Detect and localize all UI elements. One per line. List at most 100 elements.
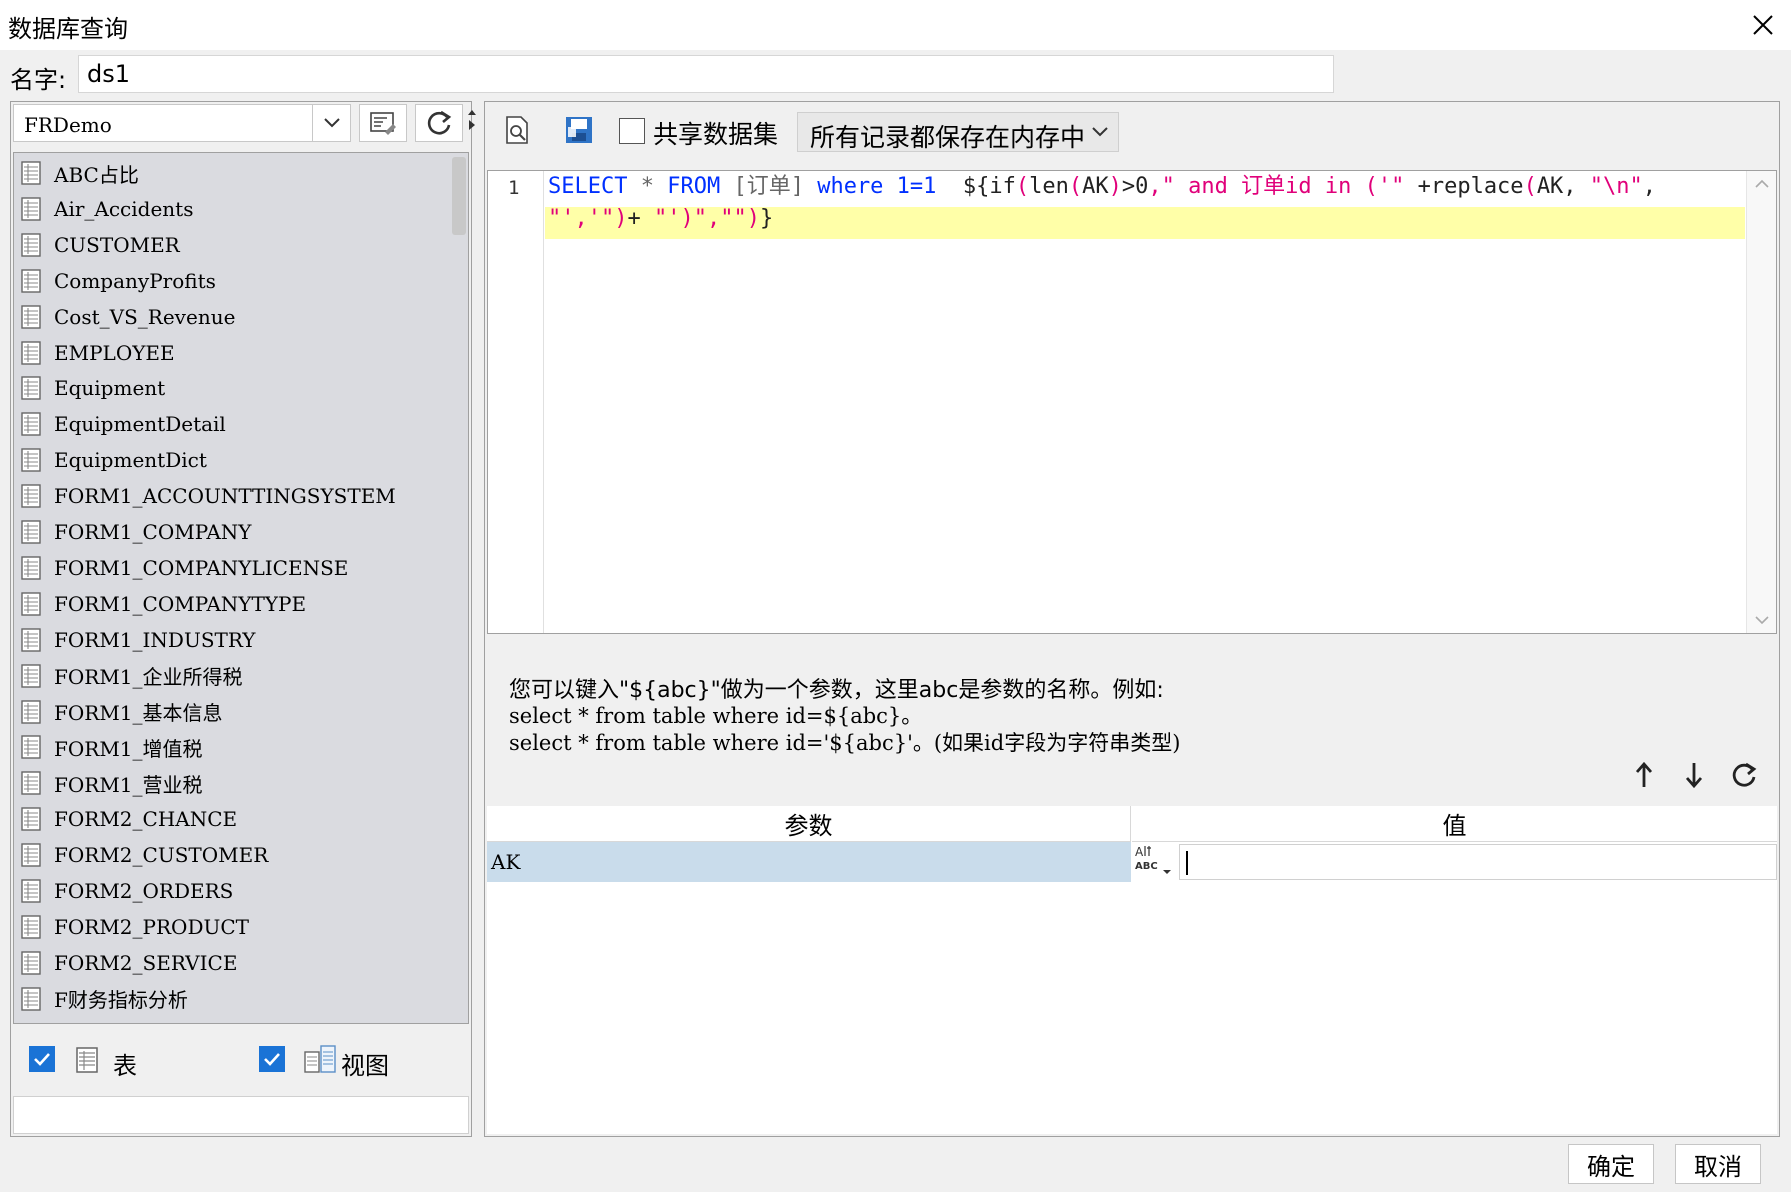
- line-number: 1: [508, 177, 520, 199]
- table-icon: [76, 1047, 98, 1073]
- check-icon: [264, 1053, 280, 1066]
- table-icon: [21, 233, 41, 257]
- table-list-item[interactable]: F财务指标分析: [14, 981, 454, 1017]
- window-title: 数据库查询: [8, 15, 128, 43]
- show-views-checkbox[interactable]: [259, 1046, 285, 1072]
- table-name: FORM2_CUSTOMER: [54, 843, 269, 868]
- table-list-item[interactable]: FORM1_COMPANY: [14, 514, 454, 550]
- table-list-item[interactable]: FORM1_企业所得税: [14, 658, 454, 694]
- chevron-down-icon[interactable]: [312, 105, 350, 141]
- table-icon: [21, 592, 41, 616]
- table-search-input[interactable]: [13, 1096, 469, 1134]
- datasource-value: FRDemo: [24, 113, 112, 137]
- table-list-item[interactable]: FORM2_SERVICE: [14, 945, 454, 981]
- table-list-item[interactable]: EquipmentDetail: [14, 406, 454, 442]
- storage-mode-select[interactable]: 所有记录都保存在内存中: [797, 112, 1119, 152]
- table-list-item[interactable]: FORM2_PRODUCT: [14, 909, 454, 945]
- chevron-right-icon: [469, 120, 475, 130]
- arrow-down-icon: [1685, 763, 1703, 789]
- refresh-icon: [427, 110, 452, 135]
- code-token: AK,: [1536, 174, 1590, 199]
- text-caret: [1186, 851, 1188, 875]
- table-list-item[interactable]: FORM1_INDUSTRY: [14, 622, 454, 658]
- datasource-select[interactable]: FRDemo: [13, 104, 351, 142]
- table-list-item[interactable]: FORM1_增值税: [14, 729, 454, 765]
- table-list-item[interactable]: FORM1_营业税: [14, 765, 454, 801]
- table-list-item[interactable]: Equipment: [14, 370, 454, 406]
- code-token: where: [817, 174, 884, 199]
- table-list-item[interactable]: Air_Accidents: [14, 191, 454, 227]
- sql-editor[interactable]: 1 SELECT * FROM [订单] where 1=1 ${if(len(…: [487, 170, 1777, 634]
- close-button[interactable]: [1735, 0, 1791, 50]
- table-icon: [21, 771, 41, 795]
- preview-button[interactable]: [499, 112, 535, 148]
- connection-settings-button[interactable]: [359, 104, 407, 142]
- move-up-button[interactable]: [1627, 758, 1661, 792]
- ok-button[interactable]: 确定: [1568, 1144, 1654, 1184]
- refresh-tables-button[interactable]: [415, 104, 463, 142]
- move-down-button[interactable]: [1677, 758, 1711, 792]
- code-token: AK: [1082, 174, 1109, 199]
- show-tables-label: 表: [113, 1052, 137, 1080]
- table-icon: [21, 807, 41, 831]
- name-input[interactable]: ds1: [78, 55, 1334, 93]
- table-list-item[interactable]: FORM1_COMPANYLICENSE: [14, 550, 454, 586]
- code-token: (: [1523, 174, 1537, 199]
- show-tables-checkbox[interactable]: [29, 1046, 55, 1072]
- table-name: FORM1_企业所得税: [54, 665, 243, 690]
- table-icon: [21, 340, 41, 365]
- table-list-item[interactable]: FORM2_CUSTOMER: [14, 837, 454, 873]
- arrow-up-icon: [1635, 761, 1653, 787]
- svg-text:ABC: ABC: [1135, 861, 1158, 872]
- save-query-button[interactable]: [561, 112, 597, 148]
- code-token: [订单]: [720, 174, 818, 199]
- table-name: FORM1_营业税: [54, 772, 203, 797]
- table-list-item[interactable]: Cost_VS_Revenue: [14, 299, 454, 335]
- code-token: (: [1068, 174, 1083, 199]
- table-name: EquipmentDict: [54, 448, 207, 473]
- table-icon: [21, 735, 41, 760]
- table-icon: [21, 699, 41, 724]
- table-icon: [21, 376, 41, 401]
- table-list-item[interactable]: CompanyProfits: [14, 263, 454, 299]
- table-icon: [21, 627, 41, 652]
- table-icon: [21, 556, 41, 580]
- table-list-item[interactable]: EMPLOYEE: [14, 335, 454, 371]
- code-token: >0: [1121, 174, 1149, 199]
- text-type-icon: A ABC: [1135, 845, 1171, 874]
- editor-scrollbar[interactable]: [1746, 171, 1776, 633]
- chevron-down-icon[interactable]: [1082, 113, 1118, 151]
- table-icon: [21, 304, 41, 329]
- param-type-selector[interactable]: A ABC: [1133, 842, 1175, 882]
- table-name: Equipment: [54, 376, 166, 401]
- share-dataset-checkbox[interactable]: [619, 118, 645, 144]
- close-icon: [1753, 15, 1773, 35]
- table-list-item[interactable]: FORM2_CHANCE: [14, 801, 454, 837]
- table-list-item[interactable]: FORM1_COMPANYTYPE: [14, 586, 454, 622]
- table-icon: [21, 161, 41, 185]
- table-name: FORM1_INDUSTRY: [54, 627, 256, 652]
- list-scrollbar[interactable]: [452, 157, 466, 235]
- table-list-item[interactable]: CUSTOMER: [14, 227, 454, 263]
- check-icon: [34, 1053, 50, 1066]
- code-line: SELECT * FROM [订单] where 1=1 ${if(len(AK…: [548, 171, 1656, 203]
- cancel-button[interactable]: 取消: [1675, 1144, 1761, 1184]
- param-value-input[interactable]: [1179, 844, 1777, 880]
- table-list-item[interactable]: EquipmentDict: [14, 442, 454, 478]
- table-name: FORM2_PRODUCT: [54, 914, 249, 939]
- save-icon: [566, 117, 592, 143]
- table-list-item[interactable]: FORM2_ORDERS: [14, 873, 454, 909]
- table-row[interactable]: AK A ABC: [487, 842, 1777, 882]
- show-views-label: 视图: [341, 1052, 389, 1080]
- code-token: (: [1015, 174, 1030, 199]
- sql-code[interactable]: SELECT * FROM [订单] where 1=1 ${if(len(AK…: [548, 171, 1656, 235]
- table-list-item[interactable]: ABC占比: [14, 155, 454, 191]
- table-list[interactable]: ABC占比 Air_Accidents CUSTOMER CompanyProfits…: [13, 152, 469, 1024]
- table-list-item[interactable]: FORM1_ACCOUNTTINGSYSTEM: [14, 478, 454, 514]
- svg-text:A: A: [1135, 845, 1144, 859]
- table-icon: [21, 951, 41, 975]
- table-list-item[interactable]: FORM1_基本信息: [14, 694, 454, 730]
- refresh-params-button[interactable]: [1727, 758, 1761, 792]
- collapse-panel-toggle[interactable]: [464, 106, 480, 146]
- code-token: "')",""): [653, 206, 760, 231]
